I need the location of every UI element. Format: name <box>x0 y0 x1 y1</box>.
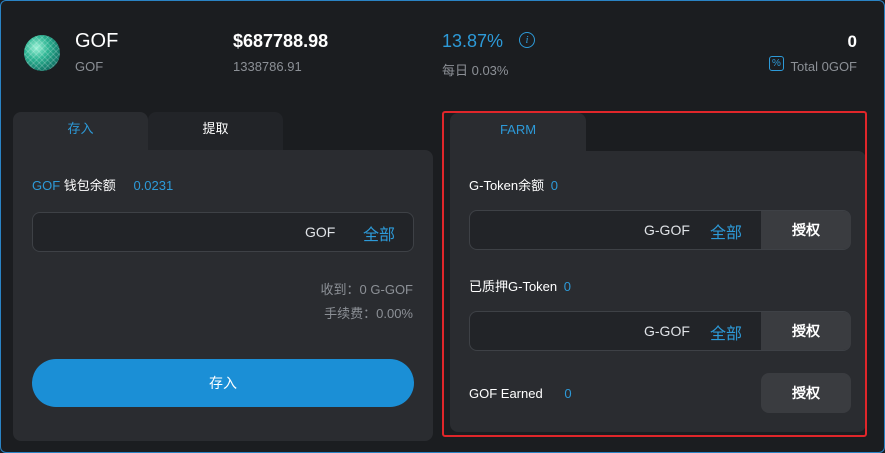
receive-text: 收到：0 G-GOF <box>320 282 413 297</box>
token-name: GOF <box>75 30 119 52</box>
token-price: $687788.98 <box>233 31 329 51</box>
token-price-sub: 1338786.91 <box>233 59 302 74</box>
deposit-unit: GOF <box>305 224 336 240</box>
total-value: 0 <box>847 32 857 51</box>
wallet-balance-row: GOF 钱包余额 0.0231 <box>32 175 173 194</box>
token-symbol: GOF <box>75 59 104 74</box>
wallet-value: 0.0231 <box>133 178 174 193</box>
deposit-button[interactable]: 存入 <box>32 359 414 407</box>
deposit-all-button[interactable]: 全部 <box>363 221 395 245</box>
deposit-amount-input[interactable]: GOF 全部 <box>32 212 414 252</box>
fee-text: 手续费：0.00% <box>324 306 413 321</box>
farm-highlight-box <box>442 111 867 437</box>
total-label: Total 0GOF <box>790 59 857 74</box>
wallet-token: GOF <box>32 178 61 193</box>
wallet-label: 钱包余额 <box>63 178 116 193</box>
gof-logo <box>24 35 60 71</box>
deposit-panel: GOF 钱包余额 0.0231 GOF 全部 收到：0 G-GOF 手续费：0.… <box>13 150 433 441</box>
percent-box-icon: % <box>769 56 784 71</box>
app-frame: GOF GOF $687788.98 1338786.91 13.87% i 每… <box>0 0 885 453</box>
tab-deposit[interactable]: 存入 <box>13 112 148 150</box>
tab-withdraw[interactable]: 提取 <box>148 112 283 150</box>
apy-value: 13.87% <box>442 31 504 51</box>
info-icon[interactable]: i <box>519 32 535 48</box>
daily-rate: 每日 0.03% <box>442 63 509 78</box>
